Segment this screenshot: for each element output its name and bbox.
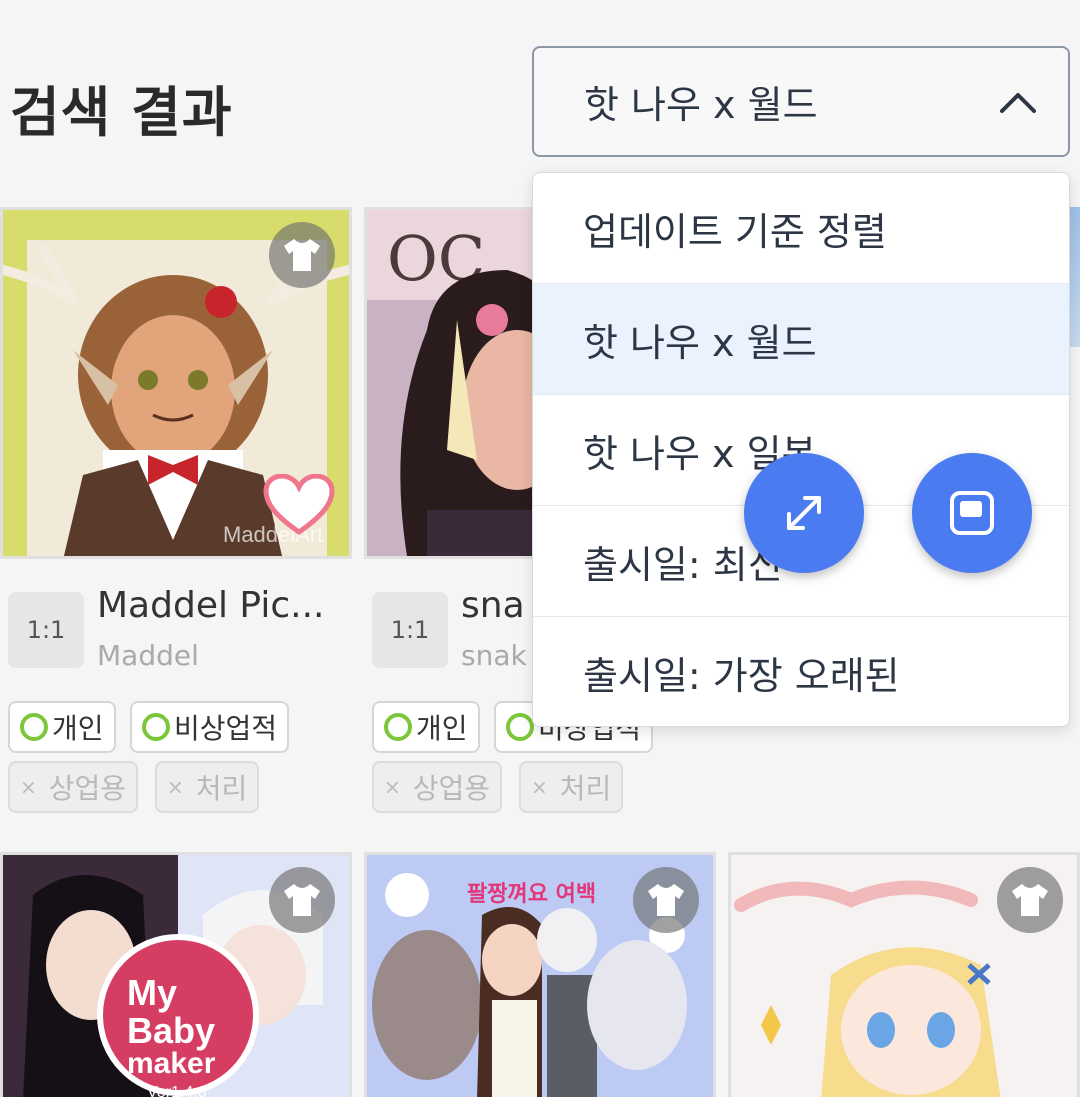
chevron-up-icon	[998, 82, 1038, 122]
mybaby-version: Ver1.4.0	[147, 1084, 207, 1097]
sort-dropdown[interactable]: 핫 나우 x 월드	[532, 46, 1070, 157]
card-thumbnail[interactable]: MaddelArt	[0, 207, 352, 559]
sort-menu: 업데이트 기준 정렬 핫 나우 x 월드 핫 나우 x 일본 출시일: 최신 출…	[532, 172, 1070, 727]
card-author[interactable]: Maddel	[97, 639, 352, 672]
tag-processing: × 처리	[519, 761, 624, 813]
tag-commercial: × 상업용	[8, 761, 139, 813]
ratio-badge: 1:1	[8, 592, 84, 668]
x-icon: ×	[167, 775, 184, 799]
tag-commercial: × 상업용	[372, 761, 503, 813]
card-author[interactable]: snak	[461, 639, 533, 672]
tag-personal: 개인	[8, 701, 116, 753]
sort-option-updated[interactable]: 업데이트 기준 정렬	[533, 173, 1069, 284]
sort-option-hot-world[interactable]: 핫 나우 x 월드	[533, 284, 1069, 395]
ratio-badge: 1:1	[372, 592, 448, 668]
card-thumbnail[interactable]: My Baby maker Ver1.4.0	[0, 852, 352, 1097]
page-title: 검색 결과	[10, 81, 233, 144]
card-thumbnail[interactable]	[728, 852, 1080, 1097]
check-circle-icon	[384, 713, 412, 741]
x-icon: ×	[20, 775, 37, 799]
tag-noncommercial: 비상업적	[130, 701, 290, 753]
sort-option-oldest[interactable]: 출시일: 가장 오래된	[533, 617, 1069, 726]
card-title[interactable]: sna	[461, 585, 533, 626]
tag-label: 상업용	[48, 772, 127, 805]
tile-banner-text: 팔짱껴요 여백	[467, 882, 596, 907]
check-circle-icon	[20, 713, 48, 741]
x-icon: ×	[384, 775, 401, 799]
floating-window-button[interactable]	[912, 453, 1032, 573]
mybaby-logo-line2: Baby	[127, 1010, 215, 1051]
check-circle-icon	[142, 713, 170, 741]
tag-label: 처리	[559, 772, 612, 805]
mybaby-logo-line1: My	[127, 972, 177, 1013]
expand-icon	[787, 496, 821, 530]
shirt-icon	[269, 867, 335, 933]
tag-processing: × 처리	[155, 761, 260, 813]
tag-label: 처리	[195, 772, 248, 805]
tag-label: 개인	[416, 712, 468, 745]
window-icon	[950, 491, 994, 535]
shirt-icon	[633, 867, 699, 933]
check-circle-icon	[506, 713, 534, 741]
shirt-icon	[997, 867, 1063, 933]
tag-personal: 개인	[372, 701, 480, 753]
tag-label: 상업용	[412, 772, 491, 805]
tag-label: 개인	[52, 712, 104, 745]
shirt-icon	[269, 222, 335, 288]
card-title[interactable]: Maddel Pic...	[97, 585, 352, 626]
x-icon: ×	[531, 775, 548, 799]
expand-button[interactable]	[744, 453, 864, 573]
heart-icon[interactable]	[263, 473, 335, 540]
mybaby-logo-line3: maker	[127, 1047, 216, 1080]
card-thumbnail[interactable]: 팔짱껴요 여백	[364, 852, 716, 1097]
tag-label: 비상업적	[174, 712, 278, 745]
sort-selected-value: 핫 나우 x 월드	[584, 83, 818, 127]
